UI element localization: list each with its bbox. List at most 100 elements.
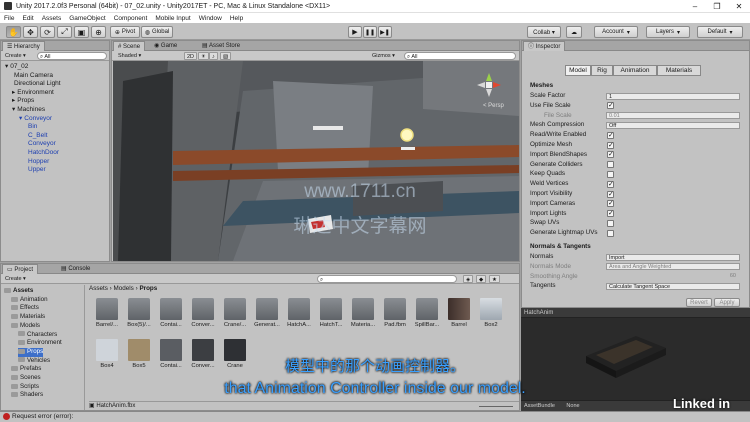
menu-gameobject[interactable]: GameObject [69,15,106,22]
normals-dropdown[interactable]: Import [606,253,740,261]
audio-toggle-icon[interactable]: ♪ [209,52,218,60]
global-toggle[interactable]: ◍ Global [141,26,173,38]
hierarchy-item[interactable]: HatchDoor [26,149,59,158]
inspector-checkbox[interactable] [607,219,614,227]
hierarchy-search-input[interactable]: ⌕ All [37,52,107,60]
close-button[interactable]: ✕ [728,0,750,13]
favorite-icon[interactable]: ★ [489,275,500,283]
transform-tool-icon[interactable]: ⊕ [91,26,106,38]
play-button[interactable]: ▶ [348,26,362,38]
hierarchy-item[interactable]: ▾ Machines [12,106,45,115]
inspector-field[interactable]: 1 [606,92,740,100]
pause-button[interactable]: ❚❚ [363,26,377,38]
inspector-checkbox[interactable] [607,131,614,139]
asset-bundle-dropdown[interactable]: None [566,403,579,409]
scale-tool-icon[interactable]: ⤢ [57,26,72,38]
inspector-tab-model[interactable]: Model [565,65,591,76]
inspector-checkbox[interactable] [607,229,614,237]
hierarchy-item[interactable]: ▸ Props [12,97,34,106]
minimize-button[interactable]: – [684,0,706,13]
gizmos-dropdown[interactable]: Gizmos ▾ [370,52,397,60]
inspector-field[interactable]: Off [606,121,740,129]
asset-item[interactable]: Box2 [474,298,508,328]
tab-console[interactable]: ▤ Console [57,264,94,274]
rect-tool-icon[interactable]: ▣ [74,26,89,38]
apply-button[interactable]: Apply [714,298,740,307]
orientation-gizmo[interactable]: < Persp [473,69,505,111]
hierarchy-item[interactable]: Upper [26,166,46,175]
rotate-tool-icon[interactable]: ⟳ [40,26,55,38]
asset-item[interactable]: Box(5)/... [122,298,156,328]
folder-tree-item[interactable]: Materials [11,313,45,322]
asset-item[interactable]: Crane/... [218,298,252,328]
menu-file[interactable]: File [4,15,14,22]
create-dropdown[interactable]: Create ▾ [3,52,28,60]
hierarchy-item[interactable]: Main Camera [12,72,53,81]
inspector-tab-materials[interactable]: Materials [657,65,701,76]
pivot-toggle[interactable]: ⊕ Pivot [110,26,140,38]
hierarchy-item[interactable]: C_Belt [26,132,48,141]
effects-toggle-icon[interactable]: ▧ [220,52,232,60]
inspector-checkbox[interactable] [607,199,614,208]
asset-item[interactable]: Barrel/... [90,298,124,328]
2d-toggle[interactable]: 2D [184,52,198,60]
asset-item[interactable]: Conver... [186,298,220,328]
lighting-toggle-icon[interactable]: ☀ [198,52,209,60]
folder-tree-item[interactable]: Shaders [11,391,43,400]
collab-button[interactable]: Collab ▾ [527,26,561,38]
shading-dropdown[interactable]: Shaded ▾ [116,52,158,60]
folder-tree-item[interactable]: Models [11,322,40,331]
layers-dropdown[interactable]: Layers ▾ [646,26,690,38]
menu-assets[interactable]: Assets [42,15,62,22]
inspector-tab-rig[interactable]: Rig [591,65,613,76]
breadcrumb-models[interactable]: Models [114,285,134,292]
folder-tree-item[interactable]: Scripts [11,383,39,392]
filter-type-icon[interactable]: ◈ [463,275,474,283]
move-tool-icon[interactable]: ✥ [23,26,38,38]
folder-tree-item[interactable]: Characters [18,331,57,340]
revert-button[interactable]: Revert [686,298,712,307]
tab-scene[interactable]: # Scene [113,41,146,51]
folder-tree-item[interactable]: Prefabs [11,365,41,374]
menu-help[interactable]: Help [230,15,243,22]
asset-item[interactable]: Box5 [122,339,156,369]
thumbnail-size-slider[interactable] [479,406,513,407]
layout-dropdown[interactable]: Default ▾ [697,26,743,38]
asset-item[interactable]: Barrel [442,298,476,328]
asset-item[interactable]: Box4 [90,339,124,369]
inspector-checkbox[interactable] [607,170,614,178]
folder-tree-item[interactable]: Animation [11,296,48,305]
hand-tool-icon[interactable]: ✋ [6,26,21,38]
menu-mobile-input[interactable]: Mobile Input [155,15,190,22]
menu-window[interactable]: Window [199,15,222,22]
folder-tree-item[interactable]: Environment [18,339,62,348]
hierarchy-item[interactable]: Directional Light [12,80,61,89]
asset-item[interactable]: HatchT... [314,298,348,328]
menu-edit[interactable]: Edit [22,15,33,22]
preview-model[interactable] [581,326,671,381]
menu-component[interactable]: Component [114,15,148,22]
inspector-field[interactable]: 0.01 [606,112,740,120]
hierarchy-item[interactable]: Hopper [26,158,49,167]
project-search-input[interactable]: ⌕ [317,275,457,283]
asset-item[interactable]: Materia... [346,298,380,328]
tab-hierarchy[interactable]: ☰ Hierarchy [2,41,45,51]
project-create-dropdown[interactable]: Create ▾ [3,275,28,283]
cloud-icon[interactable]: ☁ [566,26,582,38]
tab-game[interactable]: ◉ Game [150,41,181,51]
inspector-checkbox[interactable] [607,161,614,169]
normals-dropdown[interactable]: Area and Angle Weighted [606,263,740,271]
tab-project[interactable]: ▭ Project [2,264,39,274]
inspector-checkbox[interactable] [607,141,614,149]
account-dropdown[interactable]: Account ▾ [594,26,638,38]
hierarchy-item[interactable]: Conveyor [26,140,56,149]
tab-inspector[interactable]: ⓘ Inspector [523,41,566,51]
normals-dropdown[interactable]: Calculate Tangent Space [606,282,740,290]
folder-tree-item[interactable]: Effects [11,304,39,313]
breadcrumb-props[interactable]: Props [139,285,157,292]
asset-item[interactable]: HatchA... [282,298,316,328]
folder-tree-item[interactable]: Props [18,347,44,357]
inspector-tab-animation[interactable]: Animation [613,65,657,76]
folder-tree-item[interactable]: Vehicles [18,357,50,366]
status-message[interactable]: Request error (error): [12,413,73,420]
